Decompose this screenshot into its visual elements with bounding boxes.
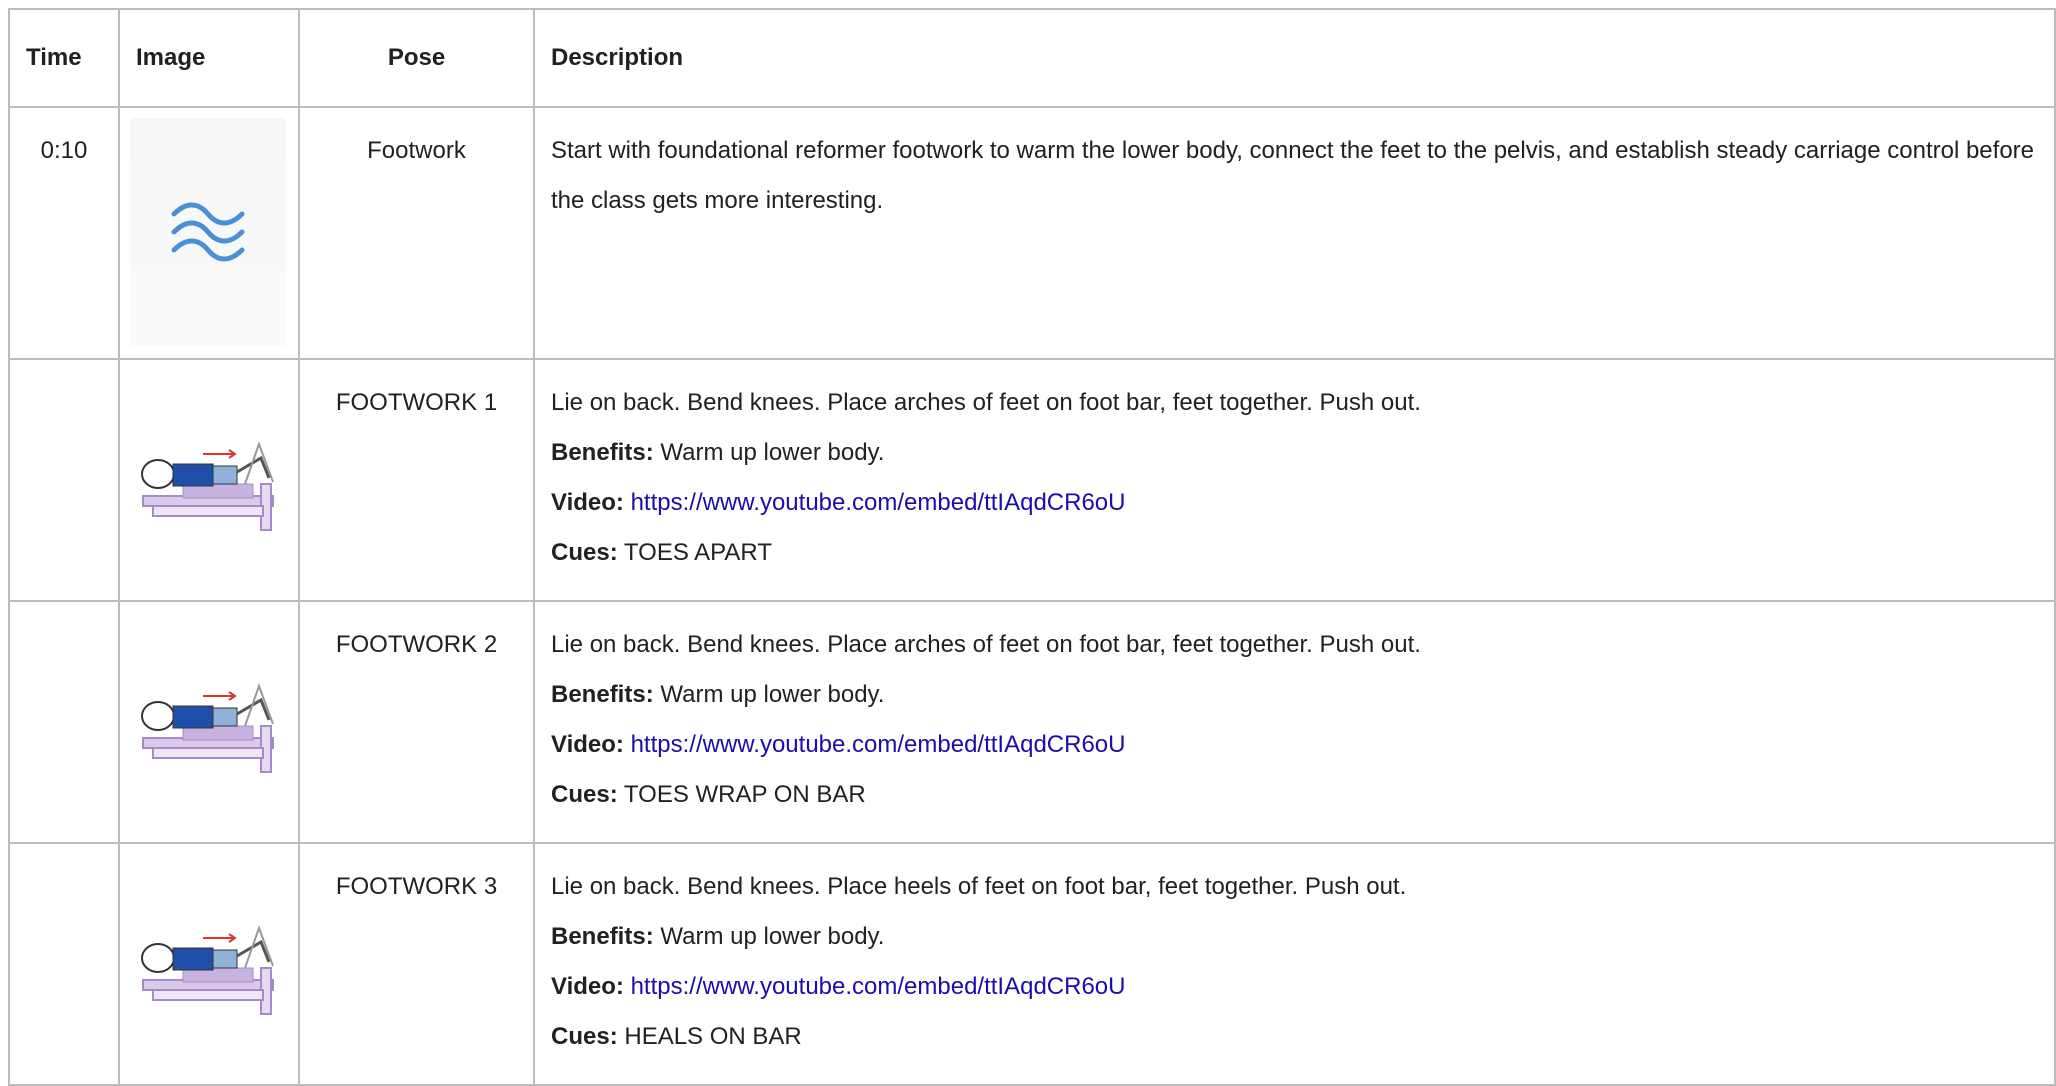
time-cell	[8, 600, 120, 844]
benefits-text: Warm up lower body.	[660, 439, 885, 466]
video-label: Video:	[551, 731, 624, 758]
description-cell: Lie on back. Bend knees. Place arches of…	[533, 600, 2056, 844]
image-cell	[118, 842, 300, 1086]
video-line: Video: https://www.youtube.com/embed/ttI…	[551, 478, 2038, 528]
header-pose: Pose	[298, 8, 535, 108]
video-line: Video: https://www.youtube.com/embed/ttI…	[551, 962, 2038, 1012]
video-label: Video:	[551, 489, 624, 516]
page: Time Image Pose Description 0:10 Footwor…	[0, 0, 2056, 1086]
description-cell: Lie on back. Bend knees. Place arches of…	[533, 358, 2056, 602]
reformer-footwork-illustration	[141, 925, 274, 1015]
time-cell	[8, 358, 120, 602]
cues-line: Cues: HEALS ON BAR	[551, 1012, 2038, 1062]
image-cell	[118, 358, 300, 602]
time-cell	[8, 842, 120, 1086]
description-cell: Lie on back. Bend knees. Place heels of …	[533, 842, 2056, 1086]
table-row: FOOTWORK 2 Lie on back. Bend knees. Plac…	[8, 600, 2056, 844]
header-time: Time	[8, 8, 120, 108]
benefits-text: Warm up lower body.	[660, 923, 885, 950]
wave-icon	[130, 118, 286, 346]
benefits-label: Benefits:	[551, 681, 654, 708]
benefits-line: Benefits: Warm up lower body.	[551, 428, 2038, 478]
table-row: 0:10 Footwork Start with foundational re…	[8, 106, 2056, 360]
header-description: Description	[533, 8, 2056, 108]
benefits-line: Benefits: Warm up lower body.	[551, 670, 2038, 720]
header-image: Image	[118, 8, 300, 108]
benefits-line: Benefits: Warm up lower body.	[551, 912, 2038, 962]
video-label: Video:	[551, 973, 624, 1000]
pose-cell: FOOTWORK 3	[298, 842, 535, 1086]
description-cell: Start with foundational reformer footwor…	[533, 106, 2056, 360]
pose-cell: Footwork	[298, 106, 535, 360]
benefits-label: Benefits:	[551, 923, 654, 950]
video-line: Video: https://www.youtube.com/embed/ttI…	[551, 720, 2038, 770]
cues-line: Cues: TOES WRAP ON BAR	[551, 770, 2038, 820]
description-text: Lie on back. Bend knees. Place arches of…	[551, 389, 1421, 416]
cues-text: TOES APART	[623, 539, 772, 566]
description-text: Lie on back. Bend knees. Place arches of…	[551, 631, 1421, 658]
benefits-text: Warm up lower body.	[660, 681, 885, 708]
pose-cell: FOOTWORK 2	[298, 600, 535, 844]
video-link[interactable]: https://www.youtube.com/embed/ttIAqdCR6o…	[631, 973, 1126, 1000]
image-cell	[118, 600, 300, 844]
table-row: FOOTWORK 3 Lie on back. Bend knees. Plac…	[8, 842, 2056, 1086]
cues-label: Cues:	[551, 1023, 618, 1050]
cues-label: Cues:	[551, 781, 618, 808]
table-row: FOOTWORK 1 Lie on back. Bend knees. Plac…	[8, 358, 2056, 602]
reformer-footwork-illustration	[141, 441, 274, 531]
video-link[interactable]: https://www.youtube.com/embed/ttIAqdCR6o…	[631, 731, 1126, 758]
cues-line: Cues: TOES APART	[551, 528, 2038, 578]
pose-cell: FOOTWORK 1	[298, 358, 535, 602]
description-text: Lie on back. Bend knees. Place heels of …	[551, 873, 1407, 900]
cues-text: TOES WRAP ON BAR	[623, 781, 866, 808]
class-plan-table: Time Image Pose Description 0:10 Footwor…	[8, 8, 2056, 1086]
time-cell: 0:10	[8, 106, 120, 360]
image-cell	[118, 106, 300, 360]
cues-label: Cues:	[551, 539, 618, 566]
table-header-row: Time Image Pose Description	[8, 8, 2056, 108]
reformer-footwork-illustration	[141, 683, 274, 773]
benefits-label: Benefits:	[551, 439, 654, 466]
video-link[interactable]: https://www.youtube.com/embed/ttIAqdCR6o…	[631, 489, 1126, 516]
cues-text: HEALS ON BAR	[624, 1023, 802, 1050]
